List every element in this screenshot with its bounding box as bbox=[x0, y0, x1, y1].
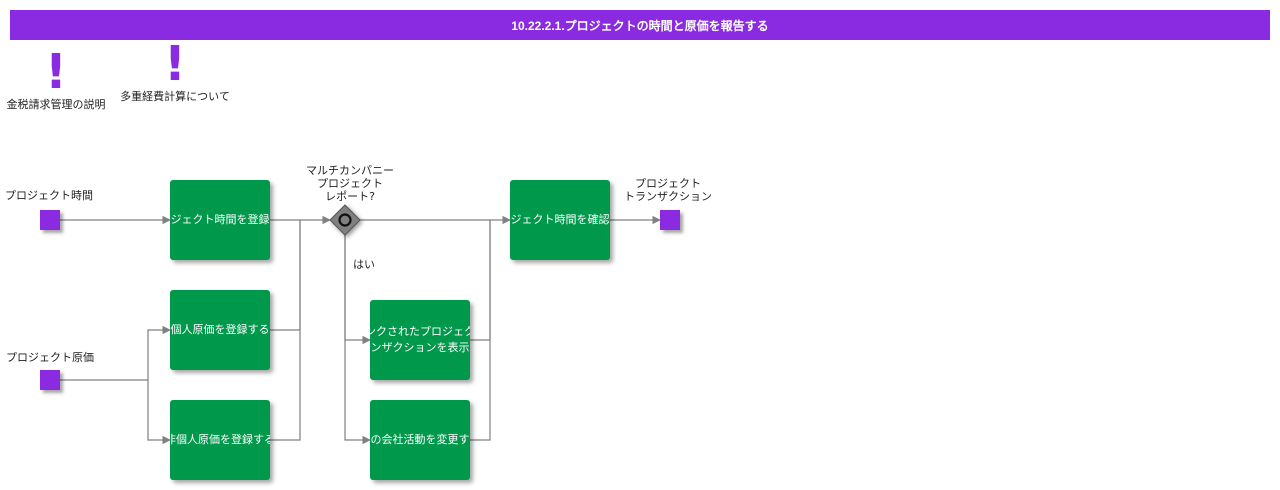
flow-gateway-yes-linked bbox=[344, 235, 371, 345]
flow-linked-to-confirm bbox=[470, 220, 491, 341]
task-label: ジェクト時間を確認 bbox=[510, 213, 610, 226]
task-confirm-project-time[interactable]: ジェクト時間を確認 bbox=[510, 180, 610, 260]
flow-change-to-confirm bbox=[470, 220, 491, 441]
task-register-project-time[interactable]: ジェクト時間を登録 bbox=[170, 180, 270, 260]
event-label-project-cost: プロジェクト原価 bbox=[6, 351, 94, 364]
task-label-line2: ンザクションを表示 bbox=[370, 341, 470, 354]
task-label: 個人原価を登録する bbox=[170, 323, 270, 336]
task-label: 非個人原価を登録する bbox=[170, 433, 270, 446]
task-view-linked-transactions[interactable]: ンクされたプロジェク ンザクションを表示 bbox=[370, 300, 470, 380]
task-label: の会社活動を変更す bbox=[370, 433, 470, 446]
flow-cost-to-nonpersonal bbox=[147, 380, 171, 445]
flow-personal-to-gateway bbox=[270, 220, 301, 331]
task-register-nonpersonal-cost[interactable]: 非個人原価を登録する bbox=[170, 400, 270, 480]
start-event-project-time[interactable] bbox=[40, 210, 60, 230]
start-event-project-cost[interactable] bbox=[40, 370, 60, 390]
task-change-company-activity[interactable]: の会社活動を変更す bbox=[370, 400, 470, 480]
gateway-label: マルチカンパニー プロジェクト レポート? bbox=[306, 164, 394, 203]
flow-cost-to-personal bbox=[147, 325, 171, 380]
task-register-personal-cost[interactable]: 個人原価を登録する bbox=[170, 290, 270, 370]
task-label: ジェクト時間を登録 bbox=[170, 213, 270, 226]
event-label-project-time: プロジェクト時間 bbox=[5, 189, 93, 202]
gateway-diamond bbox=[329, 204, 361, 236]
task-label-line1: ンクされたプロジェク bbox=[370, 325, 470, 338]
end-event-project-transaction[interactable] bbox=[660, 210, 680, 230]
event-label-project-transaction: プロジェクト トランザクション bbox=[624, 177, 712, 203]
gateway-yes-label: はい bbox=[353, 258, 375, 271]
